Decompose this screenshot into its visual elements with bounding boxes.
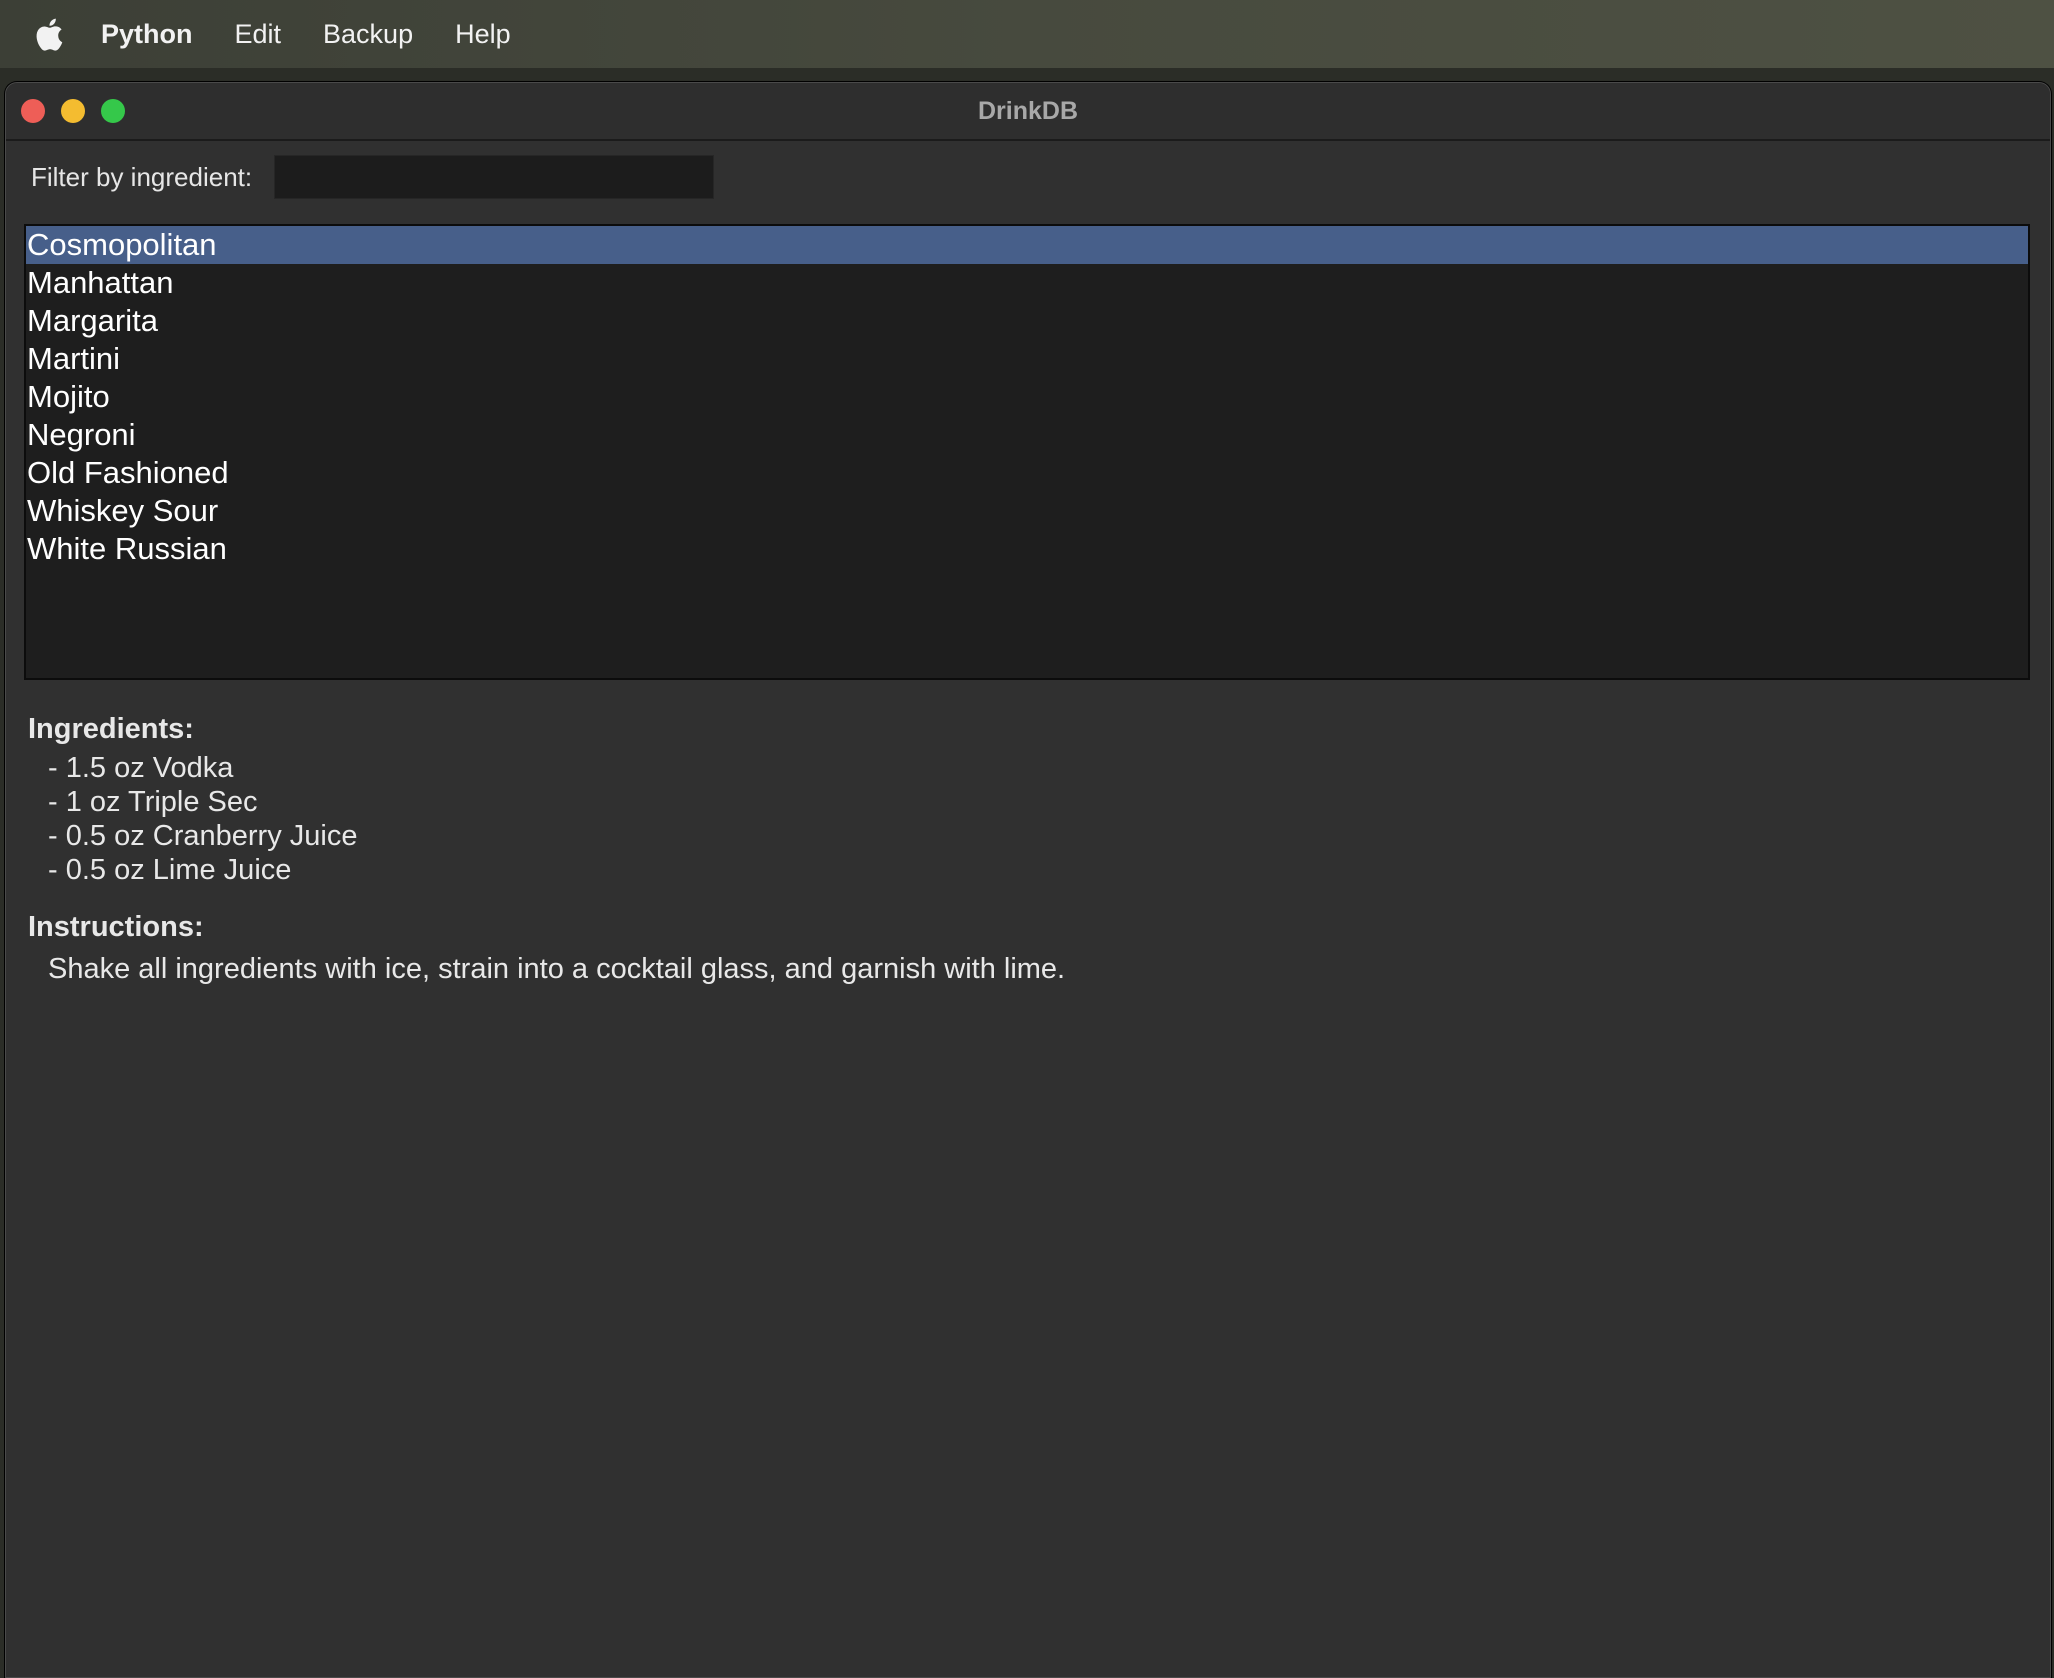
drink-list-item-white-russian[interactable]: White Russian (26, 530, 2028, 568)
drink-list-item-mojito[interactable]: Mojito (26, 378, 2028, 416)
drink-list-item-martini[interactable]: Martini (26, 340, 2028, 378)
ingredients-heading: Ingredients: (28, 713, 194, 745)
ingredient-item: - 1.5 oz Vodka (48, 752, 234, 784)
window-title: DrinkDB (977, 96, 1078, 125)
instructions-heading: Instructions: (28, 911, 204, 943)
instructions-text: Shake all ingredients with ice, strain i… (48, 953, 1066, 985)
drink-list-item-old-fashioned[interactable]: Old Fashioned (26, 454, 2028, 492)
drink-details: Ingredients: - 1.5 oz Vodka - 1 oz Tripl… (28, 709, 1065, 989)
drinkdb-window: DrinkDB Filter by ingredient: Cosmopolit… (5, 82, 2051, 1678)
filter-label: Filter by ingredient: (31, 161, 253, 192)
ingredient-item: - 0.5 oz Cranberry Juice (48, 820, 358, 852)
drink-list-item-margarita[interactable]: Margarita (26, 302, 2028, 340)
apple-logo-icon[interactable] (34, 17, 64, 51)
drink-list-item-negroni[interactable]: Negroni (26, 416, 2028, 454)
menu-help[interactable]: Help (455, 19, 511, 50)
window-titlebar[interactable]: DrinkDB (6, 83, 2050, 141)
ingredient-filter-input[interactable] (274, 155, 715, 199)
menu-backup[interactable]: Backup (323, 19, 413, 50)
menu-edit[interactable]: Edit (235, 19, 282, 50)
system-menubar: Python Edit Backup Help (0, 0, 2054, 68)
menu-python[interactable]: Python (101, 19, 193, 50)
ingredient-item: - 0.5 oz Lime Juice (48, 854, 292, 886)
close-window-button[interactable] (21, 99, 45, 123)
maximize-window-button[interactable] (101, 99, 125, 123)
ingredients-list: - 1.5 oz Vodka - 1 oz Triple Sec - 0.5 o… (28, 751, 1065, 887)
drink-listbox[interactable]: Cosmopolitan Manhattan Margarita Martini… (24, 224, 2030, 680)
minimize-window-button[interactable] (61, 99, 85, 123)
ingredient-item: - 1 oz Triple Sec (48, 786, 258, 818)
drink-list-item-manhattan[interactable]: Manhattan (26, 264, 2028, 302)
filter-row: Filter by ingredient: (31, 155, 715, 199)
drink-list-item-whiskey-sour[interactable]: Whiskey Sour (26, 492, 2028, 530)
drink-list-item-cosmopolitan[interactable]: Cosmopolitan (26, 226, 2028, 264)
